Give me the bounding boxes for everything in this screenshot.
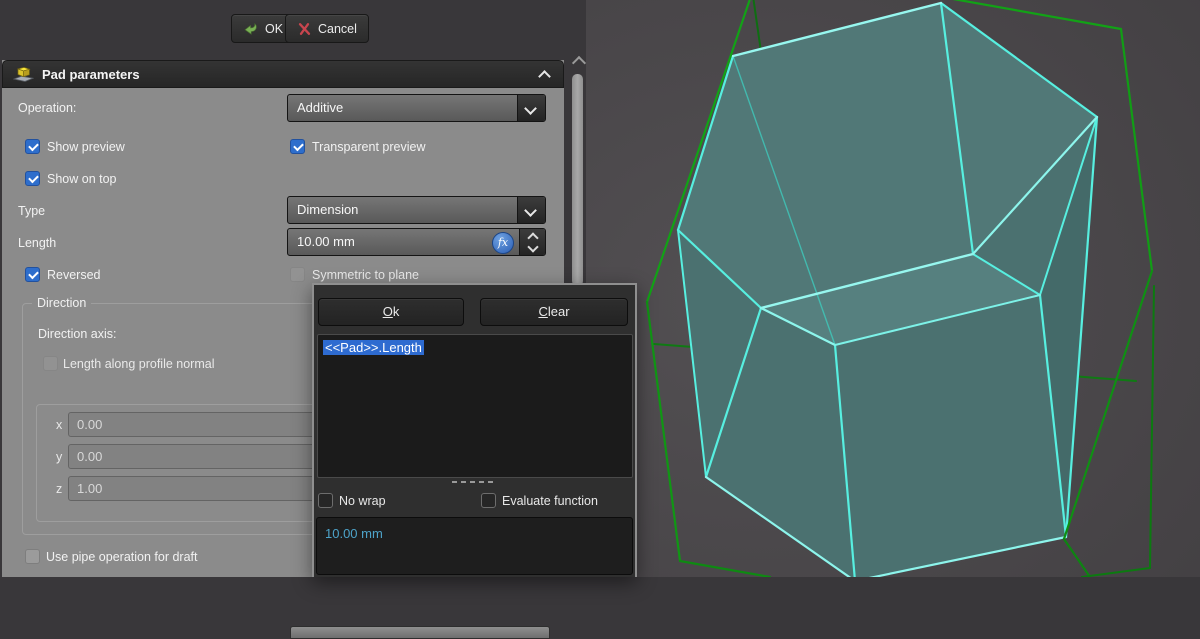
cutoff-combo-edge [290, 626, 550, 639]
show-on-top-checkbox[interactable] [25, 171, 40, 186]
chevron-down-icon [524, 102, 537, 115]
direction-axis-label: Direction axis: [38, 327, 117, 341]
length-spinner[interactable] [519, 229, 545, 255]
3d-viewport[interactable] [586, 0, 1200, 577]
pad-parameters-header[interactable]: Pad parameters [2, 60, 564, 88]
type-dropdown-button[interactable] [517, 197, 545, 223]
evaluate-function-label[interactable]: Evaluate function [502, 494, 598, 508]
chevron-down-icon [524, 204, 537, 217]
cancel-cross-icon [297, 22, 311, 36]
reversed-label[interactable]: Reversed [47, 268, 101, 282]
no-wrap-label[interactable]: No wrap [339, 494, 386, 508]
dialog-clear-button[interactable]: Clear [480, 298, 628, 326]
dialog-ok-label: Ok [319, 299, 463, 324]
cancel-button-label: Cancel [318, 22, 357, 36]
scroll-up-icon[interactable] [572, 56, 586, 70]
z-label: z [56, 482, 62, 496]
symmetric-checkbox[interactable] [290, 267, 305, 282]
ok-button-label: OK [265, 22, 283, 36]
collapse-chevron-icon[interactable] [538, 70, 551, 83]
expression-input[interactable]: <<Pad>>.Length [317, 334, 633, 478]
along-normal-checkbox[interactable] [43, 356, 58, 371]
type-select[interactable]: Dimension [287, 196, 546, 224]
accept-arrow-icon [243, 21, 258, 36]
evaluate-function-checkbox[interactable] [481, 493, 496, 508]
show-on-top-label[interactable]: Show on top [47, 172, 117, 186]
spin-down-icon[interactable] [527, 241, 538, 252]
operation-dropdown-button[interactable] [517, 95, 545, 121]
length-value: 10.00 mm [288, 229, 519, 255]
expression-editor-dialog: Ok Clear <<Pad>>.Length No wrap Evaluate… [312, 283, 637, 577]
symmetric-label[interactable]: Symmetric to plane [312, 268, 419, 282]
reversed-checkbox[interactable] [25, 267, 40, 282]
no-wrap-checkbox[interactable] [318, 493, 333, 508]
expression-selected-text: <<Pad>>.Length [323, 340, 424, 355]
operation-label: Operation: [18, 101, 76, 115]
transparent-preview-checkbox[interactable] [290, 139, 305, 154]
pipe-operation-label[interactable]: Use pipe operation for draft [46, 550, 197, 564]
length-spinbox[interactable]: 10.00 mm fx [287, 228, 546, 256]
direction-group-title: Direction [32, 296, 91, 310]
type-label: Type [18, 204, 45, 218]
dialog-clear-label: Clear [481, 299, 627, 324]
3d-scene [586, 0, 1200, 577]
show-preview-checkbox[interactable] [25, 139, 40, 154]
y-label: y [56, 450, 62, 464]
cancel-button[interactable]: Cancel [285, 14, 369, 43]
splitter-handle[interactable] [452, 481, 493, 483]
type-value: Dimension [288, 197, 517, 223]
panel-title: Pad parameters [42, 67, 140, 82]
length-label: Length [18, 236, 56, 250]
transparent-preview-label[interactable]: Transparent preview [312, 140, 425, 154]
operation-value: Additive [288, 95, 517, 121]
x-label: x [56, 418, 62, 432]
show-preview-label[interactable]: Show preview [47, 140, 125, 154]
expression-fx-icon[interactable]: fx [492, 232, 514, 254]
pad-icon [13, 65, 34, 83]
dialog-ok-button[interactable]: Ok [318, 298, 464, 326]
pipe-operation-checkbox[interactable] [25, 549, 40, 564]
panel-scrollbar[interactable] [572, 74, 583, 286]
expression-result-field: 10.00 mm [316, 517, 633, 575]
operation-select[interactable]: Additive [287, 94, 546, 122]
along-normal-label[interactable]: Length along profile normal [63, 357, 215, 371]
